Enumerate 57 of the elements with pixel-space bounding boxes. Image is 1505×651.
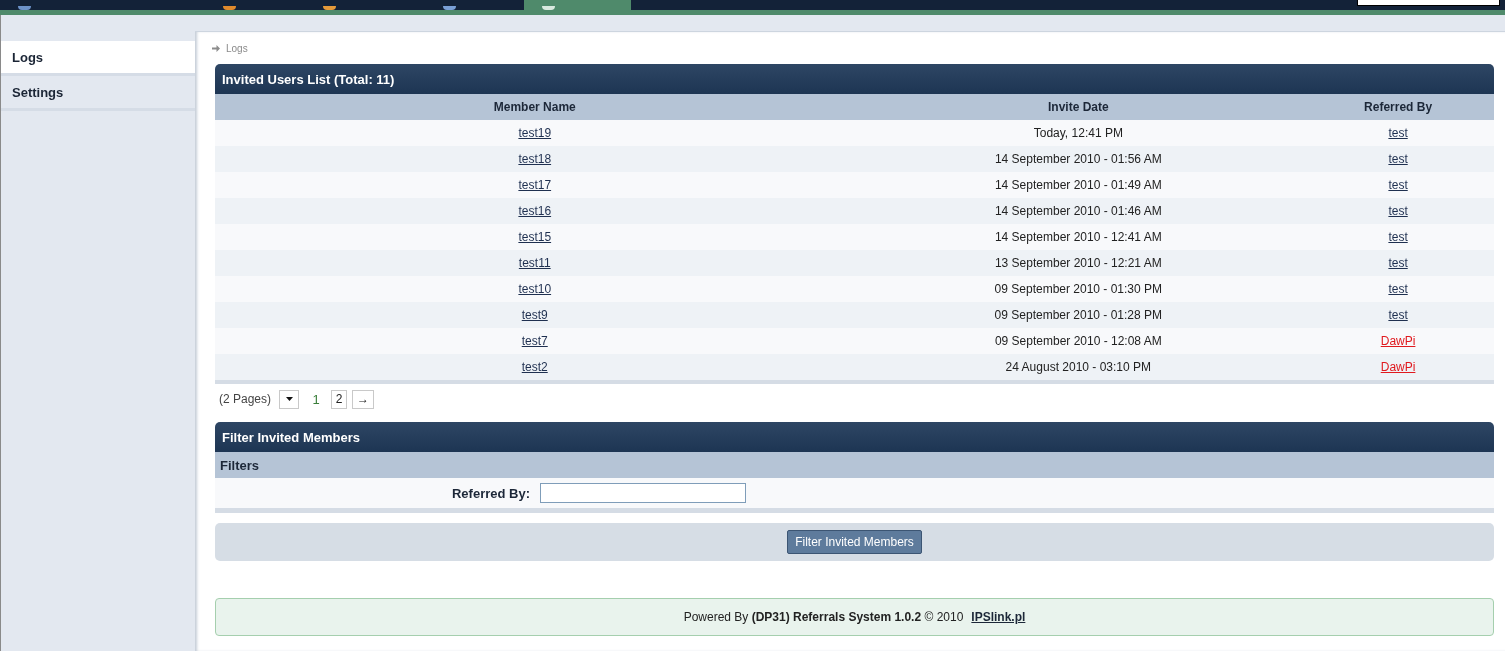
tab-icon: [18, 6, 31, 10]
column-header: Referred By: [1363, 99, 1434, 116]
member-link[interactable]: test15: [518, 230, 552, 244]
column-header: Member Name: [492, 99, 577, 116]
member-link[interactable]: test17: [518, 178, 552, 192]
page-link[interactable]: 2: [331, 389, 348, 409]
member-link[interactable]: test11: [518, 256, 551, 270]
member-link[interactable]: test2: [521, 360, 548, 374]
footer-link[interactable]: IPSlink.pl: [971, 610, 1026, 624]
tab-icon: [542, 6, 555, 10]
table-title: Invited Users List (Total: 11): [215, 64, 1494, 94]
referrer-link[interactable]: test: [1388, 282, 1408, 296]
invite-date: 09 September 2010 - 01:30 PM: [994, 282, 1163, 296]
invite-date: 09 September 2010 - 12:08 AM: [994, 334, 1162, 348]
page-count: (2 Pages): [219, 392, 272, 406]
invite-date: 14 September 2010 - 01:49 AM: [994, 178, 1162, 192]
page-jump-button[interactable]: [279, 389, 300, 409]
member-link[interactable]: test19: [518, 126, 552, 140]
filter-button[interactable]: Filter Invited Members: [787, 530, 922, 554]
invite-date: 14 September 2010 - 01:56 AM: [994, 152, 1162, 166]
next-page-button[interactable]: →: [352, 389, 375, 409]
nav-tab[interactable]: [524, 0, 631, 10]
breadcrumb-link[interactable]: Logs: [226, 42, 248, 54]
referrer-link[interactable]: test: [1388, 152, 1408, 166]
referrer-link[interactable]: test: [1388, 204, 1408, 218]
member-link[interactable]: test9: [521, 308, 548, 322]
member-link[interactable]: test16: [518, 204, 552, 218]
member-link[interactable]: test7: [521, 334, 548, 348]
referrer-link[interactable]: DawPi: [1380, 334, 1416, 348]
invite-date: 13 September 2010 - 12:21 AM: [994, 256, 1162, 270]
referrer-link[interactable]: test: [1388, 230, 1408, 244]
invite-date: 14 September 2010 - 01:46 AM: [994, 204, 1162, 218]
referrer-link[interactable]: DawPi: [1380, 360, 1416, 374]
tab-icon: [223, 6, 236, 10]
invite-date: 09 September 2010 - 01:28 PM: [994, 308, 1163, 322]
invite-date: 24 August 2010 - 03:10 PM: [1005, 360, 1152, 374]
page-link[interactable]: 1: [308, 389, 325, 409]
member-link[interactable]: test18: [518, 152, 552, 166]
member-link[interactable]: test10: [518, 282, 552, 296]
filter-title: Filter Invited Members: [215, 422, 1494, 452]
referrer-link[interactable]: test: [1388, 178, 1408, 192]
caret-icon: [285, 397, 293, 401]
referrer-link[interactable]: test: [1388, 308, 1408, 322]
tab-icon: [323, 6, 336, 10]
invite-date: 14 September 2010 - 12:41 AM: [994, 230, 1162, 244]
sidebar-item[interactable]: Logs: [1, 41, 195, 76]
referrer-link[interactable]: test: [1388, 126, 1408, 140]
field-label: Referred By:: [451, 485, 530, 501]
referrer-link[interactable]: test: [1388, 256, 1408, 270]
search-field[interactable]: [1357, 0, 1500, 6]
invite-date: Today, 12:41 PM: [1033, 126, 1123, 140]
column-header: Invite Date: [1046, 99, 1110, 116]
footer-text: Powered By (DP31) Referrals System 1.0.2 © 2010 IPSlink.pl: [683, 610, 1026, 624]
section-header: Filters: [215, 452, 1494, 478]
tab-icon: [443, 6, 456, 10]
arrow-right-icon: [212, 44, 220, 52]
referred-by-input[interactable]: [540, 483, 746, 503]
